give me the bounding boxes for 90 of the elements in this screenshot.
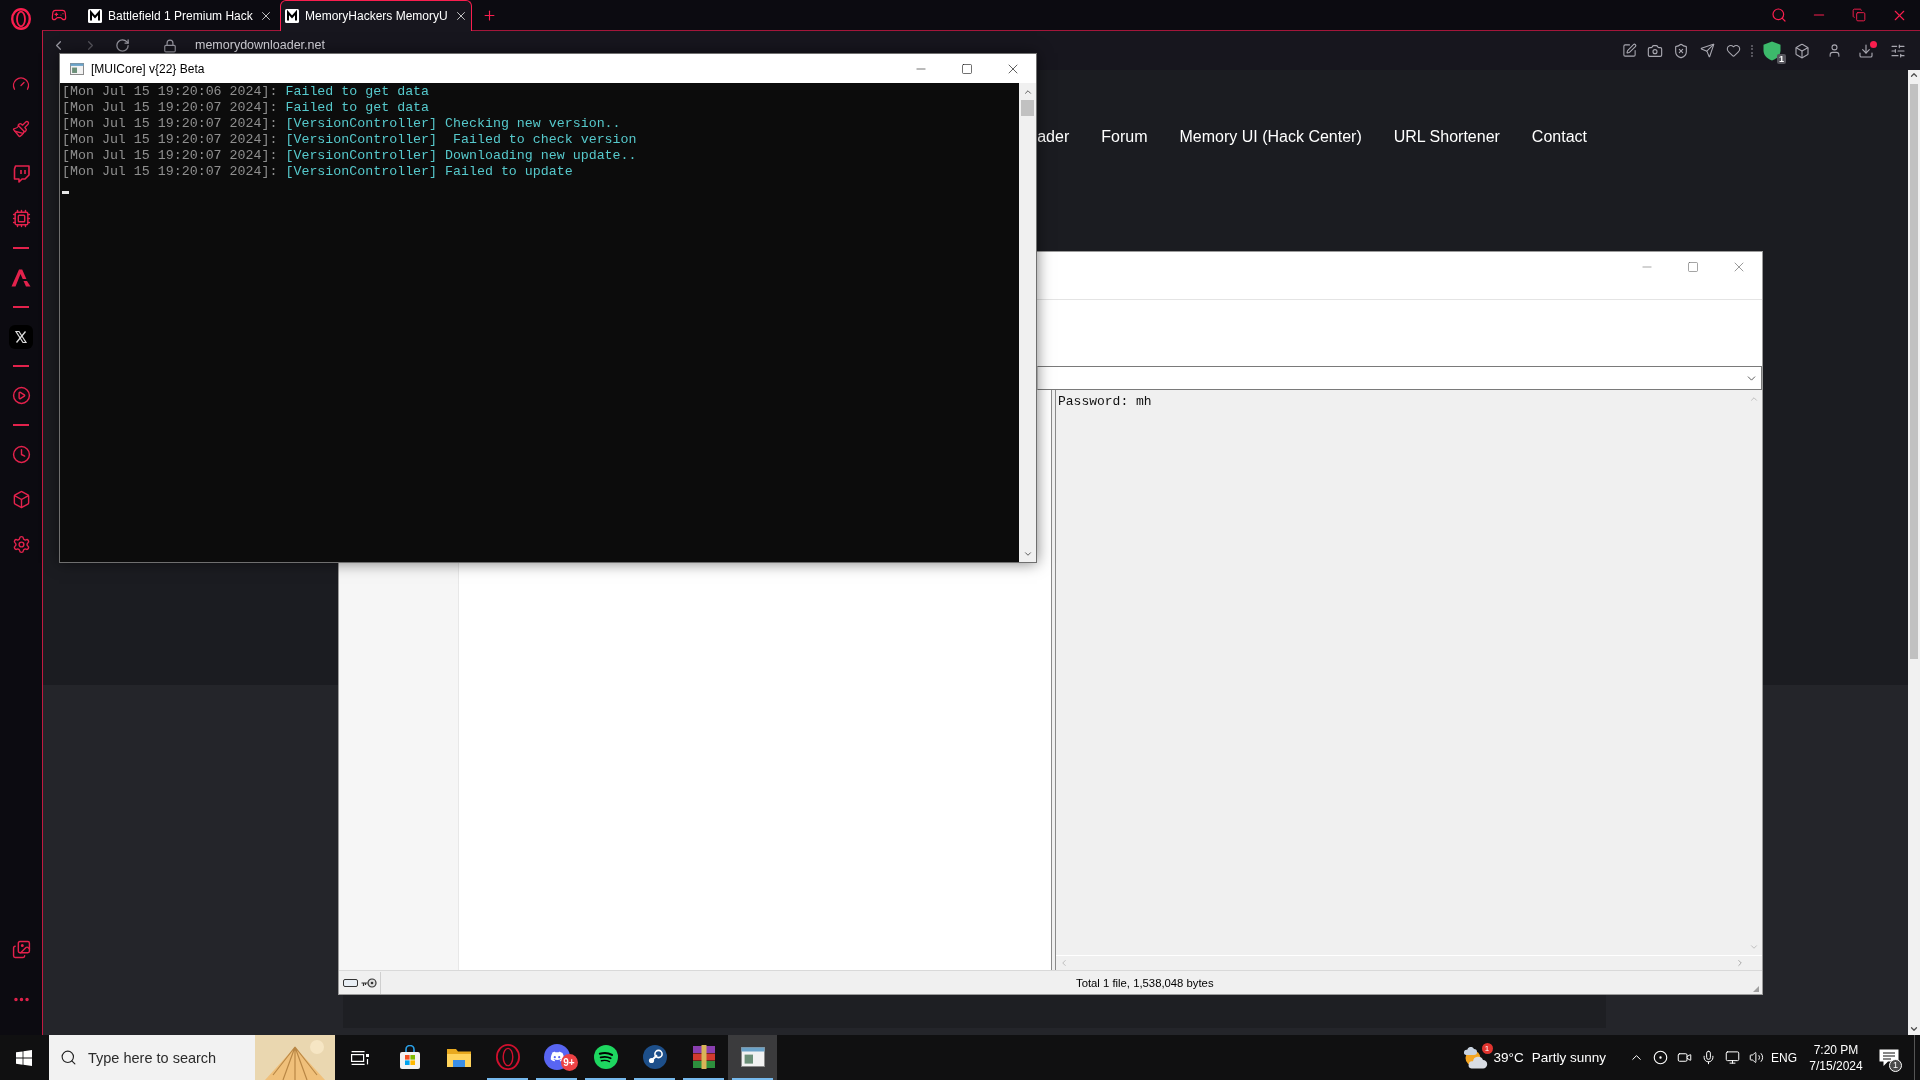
weather-condition-text[interactable]: Partly sunny [1531,1050,1606,1065]
lock-icon [163,38,177,53]
speedometer-icon[interactable] [12,74,30,93]
browser-tab[interactable]: Battlefield 1 Premium Hack [83,0,275,30]
nav-link[interactable]: Memory UI (Hack Center) [1179,128,1362,146]
chip-icon[interactable] [11,209,31,228]
cube-icon[interactable] [11,490,31,509]
new-tab-icon[interactable] [482,7,497,23]
monitor-icon[interactable] [1724,1050,1740,1065]
notification-dot-icon [1870,40,1877,48]
record-icon[interactable] [1652,1050,1668,1065]
address-field[interactable]: memorydownloader.net [195,38,325,53]
nav-link[interactable]: Contact [1531,128,1587,146]
download-icon[interactable] [1858,42,1874,59]
drive-icon [343,978,358,987]
steam-icon[interactable] [642,1044,667,1069]
clock-date[interactable]: 7/15/2024 [1809,1057,1863,1074]
page-scrollbar[interactable] [1908,70,1920,1035]
site-favicon-icon[interactable] [88,8,102,23]
microphone-icon[interactable] [1700,1050,1716,1065]
clock-time[interactable]: 7:20 PM [1813,1041,1859,1058]
language-indicator[interactable]: ENG [1768,1050,1800,1065]
console-window-icon[interactable] [70,62,84,75]
site-favicon-icon[interactable] [285,9,299,23]
console-line: [Mon Jul 15 19:20:07 2024]: [VersionController] Checking new version.. [62,116,622,132]
cube-icon[interactable] [1794,42,1810,59]
webcam-icon[interactable] [1676,1050,1692,1065]
clock-icon[interactable] [11,445,31,464]
spotify-icon[interactable] [593,1044,618,1069]
x-logo-icon[interactable] [9,324,33,349]
comment-text: Password: mh [1057,393,1153,411]
partly-sunny-icon[interactable] [1463,1046,1488,1069]
a-logo-icon[interactable] [11,268,31,287]
search-input[interactable]: Type here to search [88,1049,238,1066]
weather-badge: 1 [1481,1042,1493,1054]
nav-link[interactable]: URL Shortener [1393,128,1500,146]
window-title: [MUICore] v{22} Beta [91,61,205,76]
user-icon[interactable] [1826,43,1842,58]
restore-icon[interactable] [1852,8,1866,22]
console-app-icon[interactable] [740,1046,765,1067]
nav-link[interactable]: Forum [1101,128,1148,146]
taskbar-app-button[interactable] [728,1035,777,1080]
gamepad-icon[interactable] [51,7,67,23]
shield-x-icon[interactable] [1673,42,1689,59]
task-view-icon[interactable] [351,1049,369,1066]
console-line: [Mon Jul 15 19:20:07 2024]: [VersionController] Failed to check version [62,132,638,148]
temperature-text[interactable]: 39°C [1493,1050,1524,1065]
gallery-icon[interactable] [11,940,31,959]
volume-icon[interactable] [1748,1050,1764,1065]
opera-app-icon[interactable] [495,1043,520,1070]
console-line: [Mon Jul 15 19:20:06 2024]: Failed to get data [62,84,431,100]
edit-icon[interactable] [1621,43,1637,58]
store-bag-icon[interactable] [397,1044,422,1069]
books-stack-icon[interactable] [691,1044,716,1069]
send-icon[interactable] [1699,43,1715,58]
sliders-icon[interactable] [1890,42,1906,59]
opera-logo-icon[interactable] [11,8,31,30]
console-line: [Mon Jul 15 19:20:07 2024]: [VersionController] Downloading new update.. [62,148,638,164]
scroll-down-icon[interactable] [1909,1024,1919,1034]
nav-link[interactable]: ader [1037,128,1070,146]
taskbar-search-box[interactable]: Type here to search [49,1035,335,1080]
text-cursor-icon [62,191,69,194]
heart-icon[interactable] [1725,43,1741,58]
shield-icon[interactable] [1763,40,1781,61]
twitch-icon[interactable] [12,164,30,183]
key-icon [361,977,377,988]
scrollbar-thumb[interactable] [1910,84,1918,659]
scroll-up-icon[interactable] [1909,70,1919,80]
shield-badge: 1 [1777,53,1786,64]
camera-icon[interactable] [1647,42,1663,59]
resize-grip-icon [1752,985,1760,993]
folder-icon[interactable] [446,1046,471,1067]
reload-icon[interactable] [115,38,130,53]
notification-count: 1 [1889,1059,1902,1072]
brush-icon[interactable] [12,119,30,138]
search-icon[interactable] [1771,7,1787,23]
search-icon [60,1049,77,1066]
browser-tab[interactable]: MemoryHackers MemoryU [280,0,472,31]
play-icon[interactable] [11,386,31,405]
path-combo-field[interactable] [1037,366,1762,390]
status-text: Total 1 file, 1,538,048 bytes [1076,976,1214,989]
console-line: [Mon Jul 15 19:20:07 2024]: [VersionController] Failed to update [62,164,574,180]
maximize-icon[interactable] [961,62,973,75]
console-line: [Mon Jul 15 19:20:07 2024]: Failed to get data [62,100,431,116]
taskbar-app-button[interactable]: 9+ [532,1035,581,1080]
notification-icon[interactable] [1879,1048,1899,1067]
console-scrollbar[interactable] [1019,83,1036,562]
windows-logo-icon[interactable] [16,1049,32,1066]
settings-icon[interactable] [11,535,31,554]
scrollbar-thumb[interactable] [1021,100,1034,116]
